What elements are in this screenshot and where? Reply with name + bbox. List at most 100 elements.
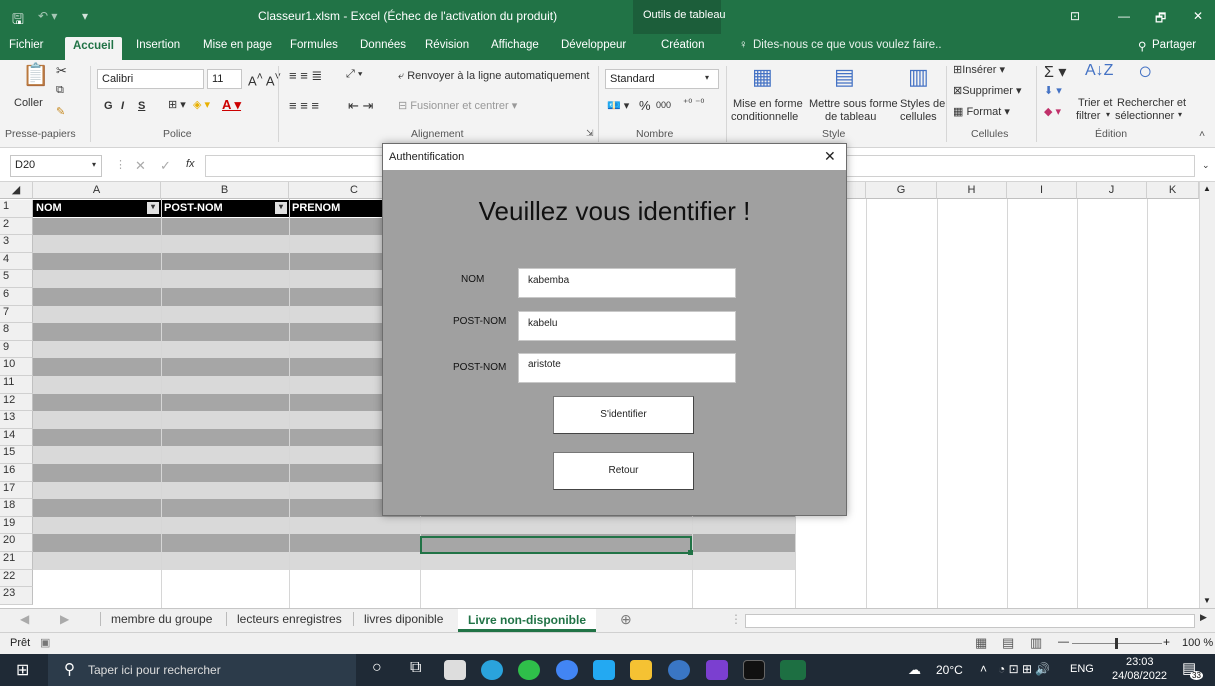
visual-studio-icon[interactable] xyxy=(706,660,728,680)
orientation-icon[interactable]: ⤢ ▾ xyxy=(346,68,362,81)
share-button[interactable]: Partager xyxy=(1152,39,1196,51)
tab-revision[interactable]: Révision xyxy=(425,39,469,51)
sheet-tab-livres-dispo[interactable]: livres diponible xyxy=(353,612,443,626)
zoom-in-icon[interactable]: + xyxy=(1163,635,1170,649)
format-as-table-label-2[interactable]: de tableau xyxy=(825,111,876,123)
row-header[interactable]: 22 xyxy=(0,569,33,588)
row-header[interactable]: 16 xyxy=(0,464,33,482)
tab-accueil[interactable]: Accueil xyxy=(65,37,122,60)
terminal-icon[interactable] xyxy=(743,660,765,680)
excel-taskbar-icon[interactable] xyxy=(780,660,806,680)
format-cells-button[interactable]: ▦ Format ▾ xyxy=(953,105,1010,118)
minimize-icon[interactable]: — xyxy=(1118,9,1130,23)
tab-creation[interactable]: Création xyxy=(661,39,704,51)
row-header[interactable]: 12 xyxy=(0,393,33,412)
zoom-level[interactable]: 100 % xyxy=(1182,637,1213,649)
row-header[interactable]: 18 xyxy=(0,499,33,517)
whatsapp-icon[interactable] xyxy=(518,660,540,680)
merge-center-button[interactable]: ⊟ Fusionner et centrer ▾ xyxy=(398,99,517,112)
ribbon-display-icon[interactable]: ⊡ xyxy=(1070,9,1080,23)
cell-styles-label-2[interactable]: cellules xyxy=(900,111,937,123)
vertical-scrollbar[interactable]: ▲ ▼ xyxy=(1199,182,1215,608)
sort-filter-label-1[interactable]: Trier et xyxy=(1078,97,1112,109)
windows-start-icon[interactable]: ⊞ xyxy=(16,660,29,680)
conditional-format-label-1[interactable]: Mise en forme xyxy=(733,98,803,110)
row-header[interactable]: 8 xyxy=(0,323,33,341)
row-header[interactable]: 7 xyxy=(0,305,33,324)
clock-date[interactable]: 24/08/2022 xyxy=(1112,670,1167,682)
file-explorer-icon[interactable] xyxy=(630,660,652,680)
delete-cells-button[interactable]: ⊠Supprimer ▾ xyxy=(953,84,1022,97)
telegram-icon[interactable] xyxy=(481,660,503,680)
wrap-text-button[interactable]: ⤶ Renvoyer à la ligne automatiquement xyxy=(398,70,589,83)
page-break-icon[interactable]: ▥ xyxy=(1030,635,1042,651)
row-header[interactable]: 21 xyxy=(0,552,33,570)
percent-button[interactable]: % xyxy=(639,98,651,113)
input-nom[interactable]: kabemba xyxy=(518,268,736,298)
row-header[interactable]: 6 xyxy=(0,288,33,306)
new-sheet-icon[interactable]: ⊕ xyxy=(620,611,632,628)
scroll-down-icon[interactable]: ▼ xyxy=(1203,596,1211,605)
borders-icon[interactable]: ⊞ ▾ xyxy=(168,98,186,111)
collapse-ribbon-icon[interactable]: ˄ xyxy=(1199,128,1205,140)
close-icon[interactable]: ✕ xyxy=(1193,9,1203,23)
row-header[interactable]: 2 xyxy=(0,217,33,236)
restore-icon[interactable]: 🗗 xyxy=(1155,9,1166,30)
task-view-icon[interactable]: ⧉ xyxy=(410,659,421,677)
row-header[interactable]: 14 xyxy=(0,428,33,447)
paste-icon[interactable]: 📋 xyxy=(22,62,49,88)
sheet-tab-membre[interactable]: membre du groupe xyxy=(100,612,212,626)
row-header[interactable]: 3 xyxy=(0,235,33,253)
hscroll-right-icon[interactable]: ▶ xyxy=(1200,612,1207,623)
filter-nom-icon[interactable]: ▾ xyxy=(147,202,159,214)
sort-filter-dropdown-icon[interactable]: ▾ xyxy=(1106,110,1110,119)
tab-scroll-left-icon[interactable]: ◀ xyxy=(20,612,29,626)
filter-post-nom-icon[interactable]: ▾ xyxy=(275,202,287,214)
qat-dropdown-icon[interactable]: ▾ xyxy=(82,9,88,23)
sheet-tab-lecteurs[interactable]: lecteurs enregistres xyxy=(226,612,342,626)
find-icon[interactable]: ○ xyxy=(1138,58,1153,86)
clear-icon[interactable]: ◆ ▾ xyxy=(1044,105,1061,118)
macro-record-icon[interactable]: ▣ xyxy=(40,636,50,649)
enter-icon[interactable]: ✓ xyxy=(160,158,171,174)
sort-filter-icon[interactable]: A↓Z xyxy=(1085,62,1113,80)
language-indicator[interactable]: ENG xyxy=(1070,663,1094,675)
cell-styles-icon[interactable]: ▥ xyxy=(908,64,929,90)
grow-font-icon[interactable]: A˄ A˅ xyxy=(248,71,281,88)
zoom-out-icon[interactable]: — xyxy=(1058,636,1069,648)
find-select-dropdown-icon[interactable]: ▾ xyxy=(1178,110,1182,119)
tray-network-icon[interactable]: ◔ ⊡ ⊞ 🔊 xyxy=(998,662,1050,676)
decimals-icon[interactable]: ⁺⁰ ⁻⁰ xyxy=(683,98,704,109)
row-header[interactable]: 4 xyxy=(0,252,33,271)
align-top-icon[interactable]: ≡ ≡ ≣ xyxy=(289,68,322,84)
fill-color-icon[interactable]: ◈ ▾ xyxy=(193,98,210,111)
sort-filter-label-2[interactable]: filtrer xyxy=(1076,110,1100,122)
undo-icon[interactable]: ↶ ▾ xyxy=(38,9,57,23)
table-row[interactable] xyxy=(33,516,795,535)
bold-button[interactable]: G xyxy=(104,100,113,112)
normal-view-icon[interactable]: ▦ xyxy=(975,635,987,651)
cut-icon[interactable]: ✂ xyxy=(56,63,67,79)
tab-fichier[interactable]: Fichier xyxy=(9,39,44,51)
row-header[interactable]: 23 xyxy=(0,587,33,605)
tab-mise-en-page[interactable]: Mise en page xyxy=(203,39,272,51)
font-size-box[interactable]: 11 xyxy=(207,69,242,89)
save-icon[interactable]: 🖫 xyxy=(12,9,24,33)
tab-developpeur[interactable]: Développeur xyxy=(561,39,626,51)
thousands-button[interactable]: 000 xyxy=(656,100,671,110)
input-post-nom[interactable]: kabelu xyxy=(518,311,736,341)
insert-cells-button[interactable]: ⊞Insérer ▾ xyxy=(953,63,1005,76)
zoom-slider-thumb[interactable] xyxy=(1115,638,1118,649)
number-format-dropdown-icon[interactable]: ▾ xyxy=(705,73,709,82)
table-row[interactable] xyxy=(33,552,795,570)
row-header[interactable]: 5 xyxy=(0,270,33,288)
column-header-g[interactable]: G xyxy=(866,182,937,199)
find-select-label-2[interactable]: sélectionner xyxy=(1115,110,1174,122)
input-prenom[interactable]: aristote xyxy=(518,353,736,383)
row-header[interactable]: 17 xyxy=(0,481,33,500)
cortana-icon[interactable]: ○ xyxy=(372,659,382,677)
cell-styles-label-1[interactable]: Styles de xyxy=(900,98,945,110)
page-layout-icon[interactable]: ▤ xyxy=(1002,635,1014,651)
row-header[interactable]: 9 xyxy=(0,340,33,359)
align-left-icon[interactable]: ≡ ≡ ≡ xyxy=(289,98,319,113)
